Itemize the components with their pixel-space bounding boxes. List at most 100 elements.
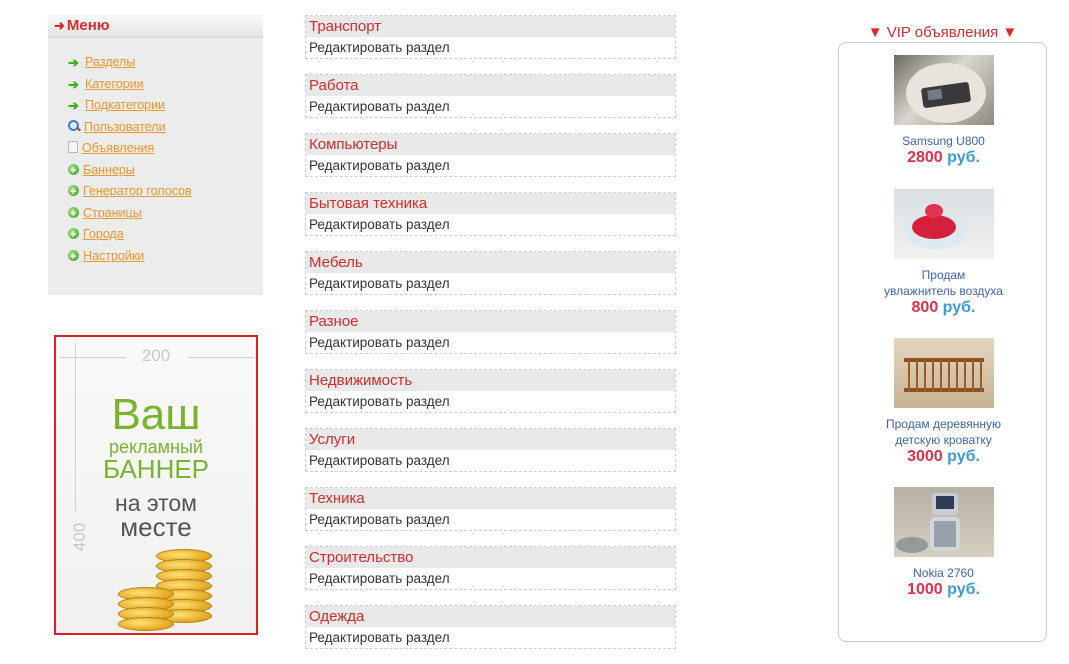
section-title[interactable]: Техника <box>306 488 675 509</box>
humidifier-image <box>903 204 968 249</box>
green-plus-icon <box>68 182 79 204</box>
section-item: Недвижимость Редактировать раздел <box>305 369 676 413</box>
vip-ad-price: 800 руб. <box>911 299 976 316</box>
section-title[interactable]: Одежда <box>306 606 675 627</box>
vip-header: ▼ VIP объявления ▼ <box>838 24 1047 41</box>
triangle-down-icon: ▼ <box>867 24 883 41</box>
vip-ad-name[interactable]: Nokia 2760 <box>839 565 1048 581</box>
banner-text-line5: месте <box>120 512 192 542</box>
banner-text-line3: БАННЕР <box>102 454 210 484</box>
vip-ad-item[interactable]: Продам увлажнитель воздуха 800 руб. <box>839 189 1048 317</box>
vip-title: VIP объявления <box>886 24 999 41</box>
vip-ad-item[interactable]: Samsung U800 2800 руб. <box>839 55 1048 167</box>
section-title[interactable]: Компьютеры <box>306 134 675 155</box>
menu-item-sections[interactable]: ➔ Разделы <box>68 52 192 74</box>
vip-ad-price: 3000 руб. <box>907 448 980 465</box>
document-icon <box>68 141 78 153</box>
vip-ad-name[interactable]: Продам увлажнитель воздуха <box>839 267 1048 299</box>
edit-section-link[interactable]: Редактировать раздел <box>306 155 675 176</box>
edit-section-link[interactable]: Редактировать раздел <box>306 96 675 117</box>
section-item: Работа Редактировать раздел <box>305 74 676 118</box>
sections-list: Транспорт Редактировать раздел Работа Ре… <box>305 15 676 664</box>
menu-item-subcategories[interactable]: ➔ Подкатегории <box>68 95 192 117</box>
menu-link-settings[interactable]: Настройки <box>83 249 144 263</box>
section-item: Бытовая техника Редактировать раздел <box>305 192 676 236</box>
menu-list: ➔ Разделы ➔ Категории ➔ Подкатегории Пользо… <box>68 52 192 268</box>
section-item: Мебель Редактировать раздел <box>305 251 676 295</box>
section-title[interactable]: Строительство <box>306 547 675 568</box>
crib-image <box>903 358 984 392</box>
green-plus-icon <box>68 247 79 268</box>
section-item: Компьютеры Редактировать раздел <box>305 133 676 177</box>
menu-link-sections[interactable]: Разделы <box>85 55 135 69</box>
edit-section-link[interactable]: Редактировать раздел <box>306 627 675 648</box>
section-title[interactable]: Транспорт <box>306 16 675 37</box>
green-arrow-icon: ➔ <box>68 55 79 70</box>
vip-ads-panel: Samsung U800 2800 руб. Продам увлажнитель… <box>838 42 1047 642</box>
vip-ad-name[interactable]: Samsung U800 <box>839 133 1048 149</box>
section-item: Разное Редактировать раздел <box>305 310 676 354</box>
green-plus-icon <box>68 204 79 225</box>
menu-header: ➜ Меню <box>48 15 263 38</box>
section-title[interactable]: Мебель <box>306 252 675 273</box>
ad-thumbnail[interactable] <box>893 338 994 408</box>
section-title[interactable]: Недвижимость <box>306 370 675 391</box>
menu-link-ads[interactable]: Объявления <box>82 141 154 155</box>
vip-ad-name[interactable]: Продам деревянную детскую кроватку <box>839 416 1048 448</box>
edit-section-link[interactable]: Редактировать раздел <box>306 273 675 294</box>
section-title[interactable]: Разное <box>306 311 675 332</box>
ad-thumbnail[interactable] <box>893 55 994 125</box>
menu-link-categories[interactable]: Категории <box>85 77 144 91</box>
edit-section-link[interactable]: Редактировать раздел <box>306 450 675 471</box>
section-item: Техника Редактировать раздел <box>305 487 676 531</box>
section-item: Услуги Редактировать раздел <box>305 428 676 472</box>
green-plus-icon <box>68 225 79 247</box>
green-arrow-icon: ➔ <box>68 98 79 113</box>
menu-link-users[interactable]: Пользователи <box>84 120 166 134</box>
edit-section-link[interactable]: Редактировать раздел <box>306 391 675 412</box>
vip-ad-item[interactable]: Nokia 2760 1000 руб. <box>839 487 1048 599</box>
menu-link-vote-generator[interactable]: Генератор голосов <box>83 184 192 198</box>
menu-link-cities[interactable]: Города <box>83 227 124 241</box>
menu-item-cities[interactable]: Города <box>68 224 192 247</box>
triangle-down-icon: ▼ <box>1002 24 1018 41</box>
menu-title: Меню <box>66 17 110 34</box>
right-arrow-icon: ➜ <box>54 18 65 33</box>
section-title[interactable]: Услуги <box>306 429 675 450</box>
vip-ad-item[interactable]: Продам деревянную детскую кроватку 3000 р… <box>839 338 1048 466</box>
phone-image <box>905 63 986 123</box>
section-title[interactable]: Работа <box>306 75 675 96</box>
edit-section-link[interactable]: Редактировать раздел <box>306 568 675 589</box>
section-item: Одежда Редактировать раздел <box>305 605 676 649</box>
section-item: Строительство Редактировать раздел <box>305 546 676 590</box>
vip-ad-price: 2800 руб. <box>907 149 980 166</box>
menu-item-categories[interactable]: ➔ Категории <box>68 74 192 96</box>
menu-item-vote-generator[interactable]: Генератор голосов <box>68 181 192 204</box>
gold-coins-image <box>116 547 226 633</box>
vip-ad-price: 1000 руб. <box>907 581 980 598</box>
menu-link-subcategories[interactable]: Подкатегории <box>85 98 165 112</box>
edit-section-link[interactable]: Редактировать раздел <box>306 509 675 530</box>
ad-thumbnail[interactable] <box>893 189 994 259</box>
edit-section-link[interactable]: Редактировать раздел <box>306 332 675 353</box>
admin-menu: ➜ Меню ➔ Разделы ➔ Категории ➔ Подкатегории … <box>48 15 263 295</box>
green-plus-icon <box>68 161 79 182</box>
magnifier-icon <box>68 119 80 132</box>
menu-link-pages[interactable]: Страницы <box>83 206 142 220</box>
menu-item-users[interactable]: Пользователи <box>68 117 192 139</box>
menu-item-ads[interactable]: Объявления <box>68 138 192 160</box>
green-arrow-icon: ➔ <box>68 76 79 92</box>
section-item: Транспорт Редактировать раздел <box>305 15 676 59</box>
menu-item-banners[interactable]: Баннеры <box>68 160 192 182</box>
menu-link-banners[interactable]: Баннеры <box>83 163 135 177</box>
menu-item-settings[interactable]: Настройки <box>68 246 192 268</box>
ad-banner-placeholder[interactable]: 200 400 Ваш рекламный БАННЕР на этом мес… <box>54 335 258 635</box>
edit-section-link[interactable]: Редактировать раздел <box>306 214 675 235</box>
phone-image <box>895 493 960 553</box>
edit-section-link[interactable]: Редактировать раздел <box>306 37 675 58</box>
banner-text-line1: Ваш <box>111 390 201 439</box>
ad-thumbnail[interactable] <box>893 487 994 557</box>
menu-item-pages[interactable]: Страницы <box>68 203 192 225</box>
section-title[interactable]: Бытовая техника <box>306 193 675 214</box>
banner-width-label: 200 <box>141 346 171 365</box>
